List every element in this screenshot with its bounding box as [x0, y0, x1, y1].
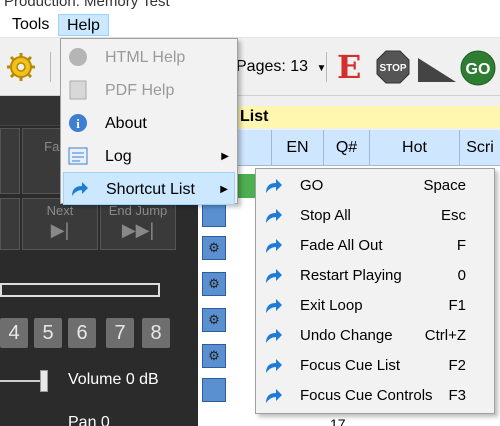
- menu-item-pdf-help[interactable]: PDF Help: [63, 74, 235, 107]
- film-icon: [202, 203, 226, 227]
- cue-number-cell[interactable]: 17: [330, 416, 346, 426]
- next-button[interactable]: Next ▶|: [22, 198, 98, 250]
- shortcut-arrow-icon: [262, 325, 284, 347]
- shortcut-arrow-icon: [262, 265, 284, 287]
- volume-label: Volume 0 dB: [68, 371, 159, 388]
- number-button-5[interactable]: 5: [34, 318, 62, 348]
- gears-icon: ⚙: [202, 308, 226, 332]
- info-icon: i: [67, 112, 89, 134]
- menu-bar: Tools Help: [0, 12, 500, 38]
- svg-text:STOP: STOP: [379, 63, 406, 74]
- progress-bar: [0, 283, 160, 297]
- column-script[interactable]: Scri: [460, 130, 500, 166]
- menu-item-about[interactable]: i About: [63, 107, 235, 140]
- menu-help[interactable]: Help: [58, 14, 109, 36]
- shortcut-stop-all[interactable]: Stop All Esc: [258, 201, 492, 231]
- column-hot[interactable]: Hot: [370, 130, 460, 166]
- shortcut-label: Focus Cue List: [300, 357, 401, 374]
- cue-list-header: EN Q# Hot Scri: [198, 130, 500, 166]
- shortcut-key: F3: [448, 387, 466, 404]
- shortcut-arrow-icon: [262, 295, 284, 317]
- pdf-icon: [67, 79, 89, 101]
- shortcut-label: Stop All: [300, 207, 351, 224]
- shortcut-undo-change[interactable]: Undo Change Ctrl+Z: [258, 321, 492, 351]
- shortcut-key: F2: [448, 357, 466, 374]
- shortcut-key: Space: [423, 177, 466, 194]
- end-jump-icon: ▶▶|: [121, 220, 155, 240]
- svg-text:i: i: [76, 116, 80, 131]
- submenu-arrow-icon: ▶: [220, 184, 228, 195]
- shortcut-go[interactable]: GO Space: [258, 171, 492, 201]
- menu-item-shortcut-list[interactable]: Shortcut List ▶: [63, 172, 235, 205]
- submenu-arrow-icon: ▶: [221, 151, 229, 162]
- column-en[interactable]: EN: [272, 130, 324, 166]
- settings-gear-icon[interactable]: [6, 52, 36, 82]
- menu-item-label: About: [105, 115, 147, 132]
- number-button-6[interactable]: 6: [68, 318, 96, 348]
- menu-item-label: Shortcut List: [106, 181, 195, 198]
- shortcut-arrow-icon: [262, 175, 284, 197]
- shortcut-fade-all-out[interactable]: Fade All Out F: [258, 231, 492, 261]
- shortcut-focus-cue-controls[interactable]: Focus Cue Controls F3: [258, 381, 492, 411]
- number-button-7[interactable]: 7: [106, 318, 134, 348]
- gears-icon: ⚙: [202, 344, 226, 368]
- shortcut-focus-cue-list[interactable]: Focus Cue List F2: [258, 351, 492, 381]
- window-title: Production: Memory Test: [4, 0, 170, 10]
- help-book-icon: [67, 46, 89, 68]
- shortcut-label: Fade All Out: [300, 237, 383, 254]
- tile-left-top[interactable]: [0, 128, 20, 194]
- help-menu: HTML Help PDF Help i About Log ▶ Shortcu…: [60, 38, 238, 205]
- volume-slider-thumb[interactable]: [40, 370, 48, 392]
- shortcut-key: F1: [448, 297, 466, 314]
- volume-slider-track[interactable]: [0, 380, 44, 382]
- log-icon: [67, 145, 89, 167]
- cue-list-title: List: [236, 106, 500, 128]
- shortcut-submenu: GO Space Stop All Esc Fade All Out F Res…: [255, 168, 495, 414]
- shortcut-restart-playing[interactable]: Restart Playing 0: [258, 261, 492, 291]
- svg-text:GO: GO: [466, 61, 491, 78]
- shortcut-label: GO: [300, 177, 324, 194]
- pages-selector[interactable]: Pages: 13 ▼: [236, 58, 326, 76]
- pages-label: Pages: 13: [236, 58, 309, 75]
- menu-item-log[interactable]: Log ▶: [63, 140, 235, 173]
- stop-button[interactable]: STOP: [376, 50, 410, 84]
- gears-icon: ⚙: [202, 236, 226, 260]
- shortcut-arrow-icon: [68, 178, 90, 200]
- menu-item-html-help[interactable]: HTML Help: [63, 41, 235, 74]
- shortcut-arrow-icon: [262, 205, 284, 227]
- menu-tools[interactable]: Tools: [4, 14, 57, 36]
- shortcut-key: F: [456, 237, 466, 254]
- shortcut-label: Undo Change: [300, 327, 393, 344]
- edit-mode-icon[interactable]: E: [337, 50, 367, 84]
- menu-item-label: Log: [105, 148, 132, 165]
- shortcut-exit-loop[interactable]: Exit Loop F1: [258, 291, 492, 321]
- dropdown-arrow-icon: ▼: [316, 63, 327, 74]
- fade-ramp-icon[interactable]: [418, 52, 456, 82]
- shortcut-key: 0: [457, 267, 466, 284]
- film-icon: [202, 378, 226, 402]
- shortcut-arrow-icon: [262, 385, 284, 407]
- menu-item-label: HTML Help: [105, 49, 186, 66]
- shortcut-arrow-icon: [262, 235, 284, 257]
- number-button-4[interactable]: 4: [0, 318, 28, 348]
- shortcut-arrow-icon: [262, 355, 284, 377]
- next-icon: ▶|: [50, 220, 70, 240]
- go-button[interactable]: GO: [460, 50, 496, 86]
- pan-label: Pan 0: [68, 414, 110, 426]
- shortcut-key: Esc: [440, 207, 466, 224]
- column-q-number[interactable]: Q#: [324, 130, 370, 166]
- shortcut-key: Ctrl+Z: [424, 327, 466, 344]
- number-button-8[interactable]: 8: [142, 318, 170, 348]
- tile-left-bottom[interactable]: [0, 198, 20, 250]
- gears-icon: ⚙: [202, 272, 226, 296]
- shortcut-label: Focus Cue Controls: [300, 387, 433, 404]
- shortcut-label: Restart Playing: [300, 267, 402, 284]
- window-title-bar: Production: Memory Test: [0, 0, 500, 12]
- menu-item-label: PDF Help: [105, 82, 175, 99]
- shortcut-label: Exit Loop: [300, 297, 363, 314]
